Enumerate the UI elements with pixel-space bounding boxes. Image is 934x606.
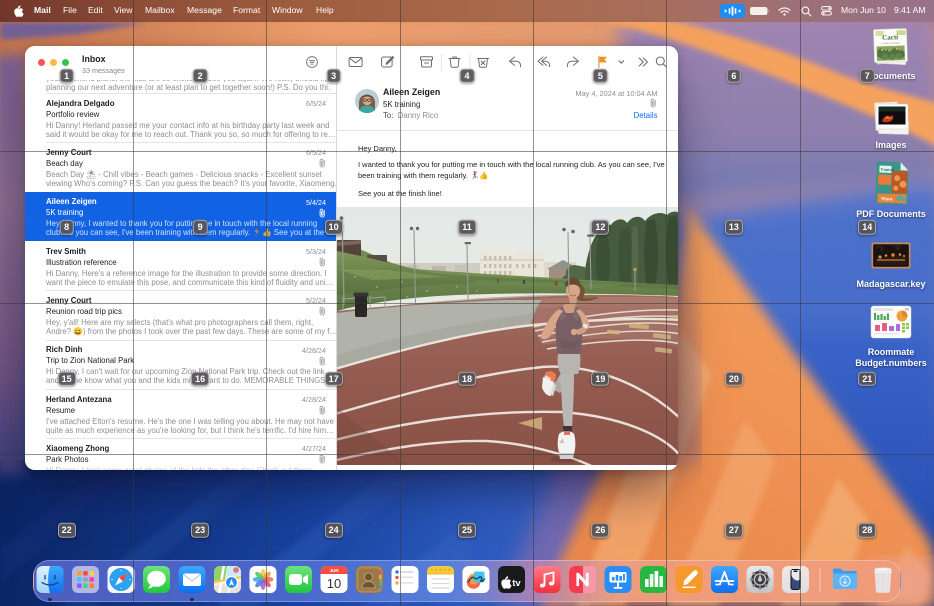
svg-text:Cacti: Cacti xyxy=(882,33,898,42)
svg-text:Flora: Flora xyxy=(881,196,893,201)
svg-text:JUN: JUN xyxy=(329,568,338,573)
svg-text:A FIELD GUIDE: A FIELD GUIDE xyxy=(881,41,900,46)
svg-text:10: 10 xyxy=(327,576,341,591)
svg-text:tv: tv xyxy=(512,578,521,589)
svg-text:Tropical: Tropical xyxy=(880,168,894,172)
